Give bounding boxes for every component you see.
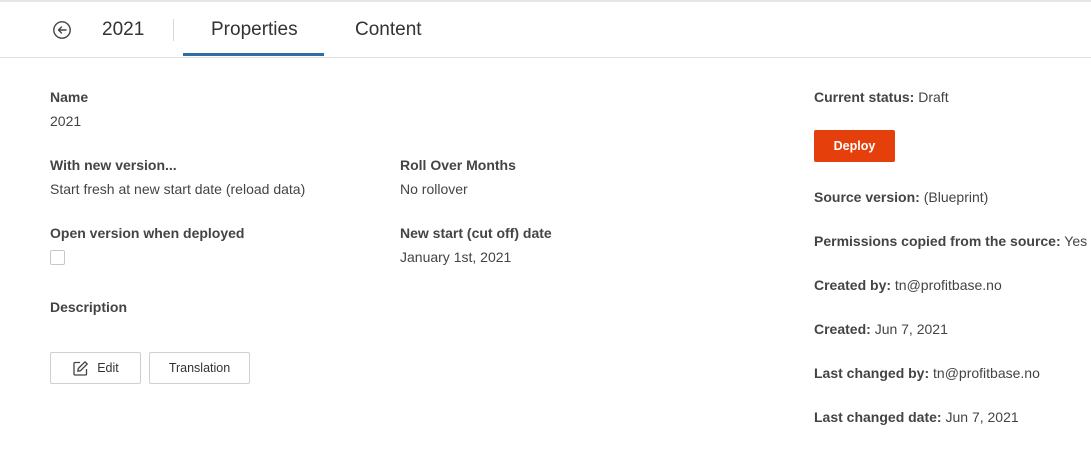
last-changed-by-value: tn@profitbase.no	[933, 365, 1040, 381]
source-version-value: (Blueprint)	[923, 189, 989, 205]
source-version-label: Source version:	[814, 189, 920, 205]
created-value: Jun 7, 2021	[874, 321, 948, 337]
tab-properties[interactable]: Properties	[211, 19, 298, 41]
open-version-checkbox[interactable]	[50, 250, 65, 265]
deploy-button[interactable]: Deploy	[814, 130, 895, 162]
edit-icon	[73, 360, 89, 376]
rollover-label: Roll Over Months	[400, 157, 516, 173]
last-changed-date-value: Jun 7, 2021	[945, 409, 1019, 425]
name-label: Name	[50, 89, 89, 105]
created-by-value: tn@profitbase.no	[894, 277, 1002, 293]
last-changed-by: Last changed by: tn@profitbase.no	[814, 365, 1040, 381]
edit-button[interactable]: Edit	[50, 352, 141, 384]
page-header: 2021 Properties Content	[0, 2, 1091, 58]
name-value: 2021	[50, 113, 82, 129]
created-by: Created by: tn@profitbase.no	[814, 277, 1002, 293]
permissions-label: Permissions copied from the source:	[814, 233, 1061, 249]
current-status-label: Current status:	[814, 89, 915, 105]
source-version: Source version: (Blueprint)	[814, 189, 988, 205]
created-label: Created:	[814, 321, 871, 337]
rollover-value: No rollover	[400, 181, 468, 197]
new-version-value: Start fresh at new start date (reload da…	[50, 181, 306, 197]
new-version-label: With new version...	[50, 157, 177, 173]
version-title: 2021	[102, 19, 145, 40]
header-divider	[173, 19, 174, 41]
current-status-value: Draft	[918, 89, 949, 105]
tab-content[interactable]: Content	[355, 19, 422, 41]
last-changed-date-label: Last changed date:	[814, 409, 942, 425]
last-changed-date: Last changed date: Jun 7, 2021	[814, 409, 1019, 425]
edit-button-label: Edit	[97, 361, 119, 375]
active-tab-indicator	[183, 53, 324, 56]
translation-button-label: Translation	[168, 361, 231, 375]
permissions-copied: Permissions copied from the source: Yes	[814, 233, 1087, 249]
last-changed-by-label: Last changed by:	[814, 365, 930, 381]
deploy-button-label: Deploy	[833, 139, 876, 153]
created-by-label: Created by:	[814, 277, 892, 293]
created-date: Created: Jun 7, 2021	[814, 321, 948, 337]
new-start-label: New start (cut off) date	[400, 225, 552, 241]
permissions-value: Yes	[1064, 233, 1088, 249]
back-button[interactable]	[52, 20, 72, 40]
description-label: Description	[50, 299, 128, 315]
back-arrow-icon	[53, 21, 71, 39]
open-version-label: Open version when deployed	[50, 225, 245, 241]
new-start-value: January 1st, 2021	[400, 249, 512, 265]
translation-button[interactable]: Translation	[149, 352, 250, 384]
current-status: Current status: Draft	[814, 89, 949, 105]
